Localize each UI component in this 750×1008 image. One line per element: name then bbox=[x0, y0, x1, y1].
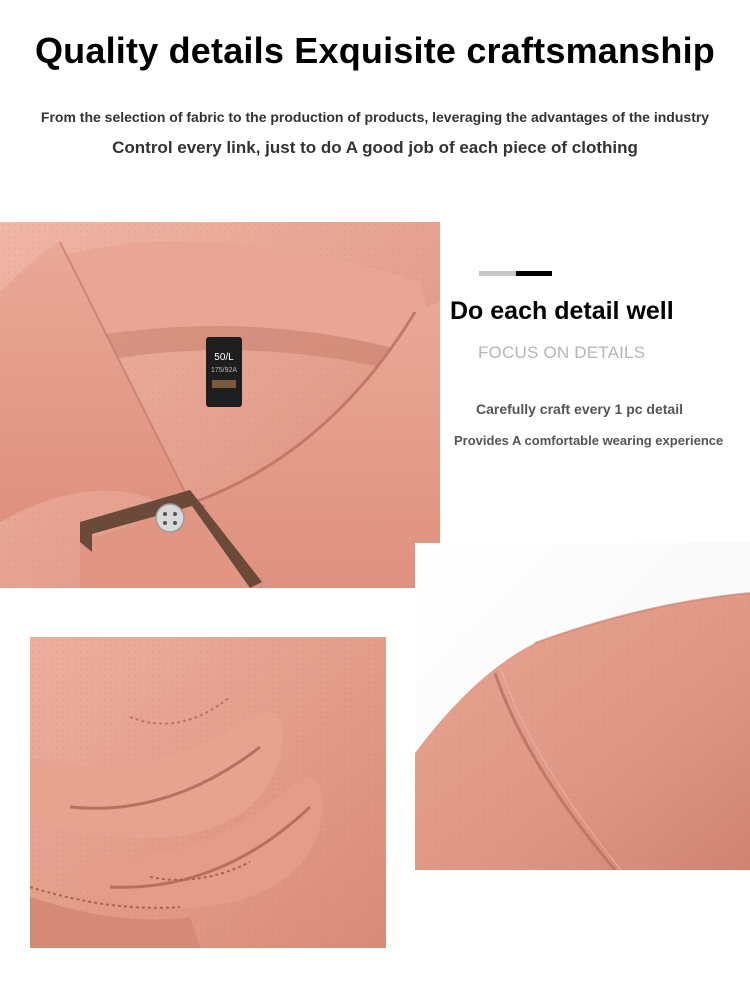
detail-subtitle: FOCUS ON DETAILS bbox=[478, 343, 646, 362]
accent-bar bbox=[479, 271, 552, 276]
detail-title: Do each detail well bbox=[450, 297, 674, 325]
collar-detail-photo: 50/L 175/92A bbox=[0, 222, 440, 588]
cuff-detail-photo bbox=[30, 637, 386, 948]
detail-line-2: Provides A comfortable wearing experienc… bbox=[454, 433, 724, 448]
shoulder-detail-photo bbox=[415, 543, 750, 870]
accent-bar-grey bbox=[479, 271, 516, 276]
label-code-text: 175/92A bbox=[211, 367, 237, 374]
accent-bar-black bbox=[516, 271, 552, 276]
page-subtitle-2: Control every link, just to do A good jo… bbox=[112, 138, 638, 157]
page-subtitle-1: From the selection of fabric to the prod… bbox=[40, 109, 710, 125]
detail-line-1: Carefully craft every 1 pc detail bbox=[476, 401, 683, 417]
label-size-text: 50/L bbox=[214, 352, 234, 363]
page-headline: Quality details Exquisite craftsmanship bbox=[34, 30, 715, 71]
